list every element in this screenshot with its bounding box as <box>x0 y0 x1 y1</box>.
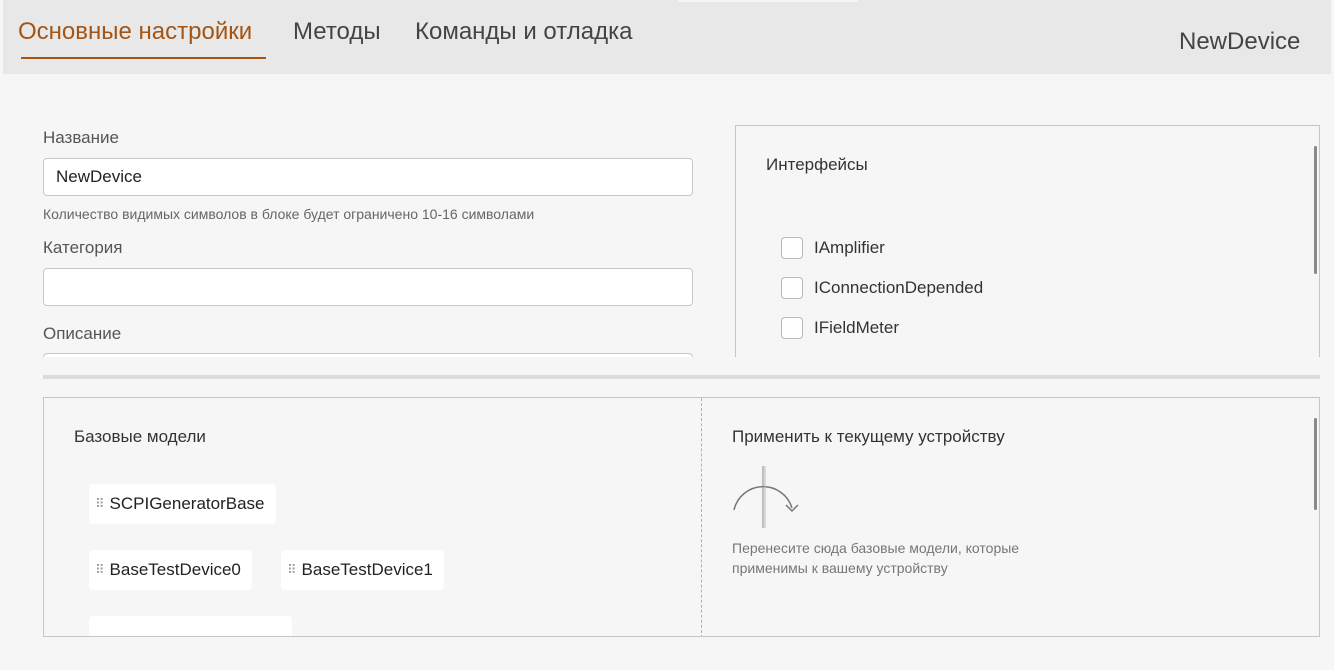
apply-zone-hint: Перенесите сюда базовые модели, которые … <box>732 540 1020 576</box>
top-header: Основные настройки Методы Команды и отла… <box>3 0 1331 74</box>
category-input[interactable] <box>43 268 693 306</box>
interfaces-panel: Интерфейсы IAmplifier IConnectionDepende… <box>735 125 1320 357</box>
drag-handle-icon[interactable]: ⠿ <box>95 497 104 511</box>
panel-splitter[interactable] <box>43 375 1320 379</box>
active-tab-underline <box>21 57 266 59</box>
settings-top-section: Название NewDevice Количество видимых си… <box>0 75 1334 357</box>
interfaces-title: Интерфейсы <box>766 155 868 174</box>
base-model-label: BaseTestDevice1 <box>301 560 433 579</box>
drag-handle-icon[interactable]: ⠿ <box>287 563 296 577</box>
drag-handle-icon[interactable]: ⠿ <box>95 563 104 577</box>
interface-label: IAmplifier <box>814 238 885 257</box>
header-divider <box>678 0 858 2</box>
name-label: Название <box>43 128 119 147</box>
description-label: Описание <box>43 324 122 343</box>
base-models-title: Базовые модели <box>74 427 206 446</box>
name-input[interactable]: NewDevice <box>43 158 693 196</box>
apply-zone-title: Применить к текущему устройству <box>732 427 1005 446</box>
interface-item-next[interactable] <box>781 355 814 357</box>
base-model-chip[interactable]: ⠿ BaseTestDevice0 <box>89 550 252 590</box>
tab-main-settings[interactable]: Основные настройки <box>18 17 252 47</box>
interface-item-iamplifier[interactable]: IAmplifier <box>781 235 885 261</box>
device-name-title: NewDevice <box>1179 28 1301 55</box>
base-model-chip[interactable] <box>89 616 292 636</box>
base-model-label: BaseTestDevice0 <box>109 560 241 579</box>
base-model-label: SCPIGeneratorBase <box>109 494 265 513</box>
drop-zone-divider <box>701 398 702 636</box>
interface-item-ifieldmeter[interactable]: IFieldMeter <box>781 315 899 341</box>
interfaces-scrollbar[interactable] <box>1314 146 1317 274</box>
drag-drop-arc-icon <box>733 466 799 528</box>
base-model-chip[interactable]: ⠿ SCPIGeneratorBase <box>89 484 276 524</box>
name-input-value: NewDevice <box>56 167 142 186</box>
category-label: Категория <box>43 238 123 257</box>
interface-label: IConnectionDepended <box>814 278 984 297</box>
interface-item-iconnectiondepended[interactable]: IConnectionDepended <box>781 275 983 301</box>
apply-zone-scrollbar[interactable] <box>1314 418 1317 510</box>
checkbox[interactable] <box>781 317 803 339</box>
checkbox[interactable] <box>781 237 803 259</box>
name-hint: Количество видимых символов в блоке буде… <box>43 206 535 222</box>
footer-strip <box>0 637 1334 670</box>
base-models-panel: Базовые модели ⠿ SCPIGeneratorBase ⠿ Bas… <box>43 397 1320 637</box>
checkbox[interactable] <box>781 277 803 299</box>
interface-label: IFieldMeter <box>814 318 900 337</box>
base-model-chip[interactable]: ⠿ BaseTestDevice1 <box>281 550 444 590</box>
tab-methods[interactable]: Методы <box>293 17 381 47</box>
description-input[interactable] <box>43 353 693 357</box>
tab-commands-debug[interactable]: Команды и отладка <box>415 17 632 47</box>
